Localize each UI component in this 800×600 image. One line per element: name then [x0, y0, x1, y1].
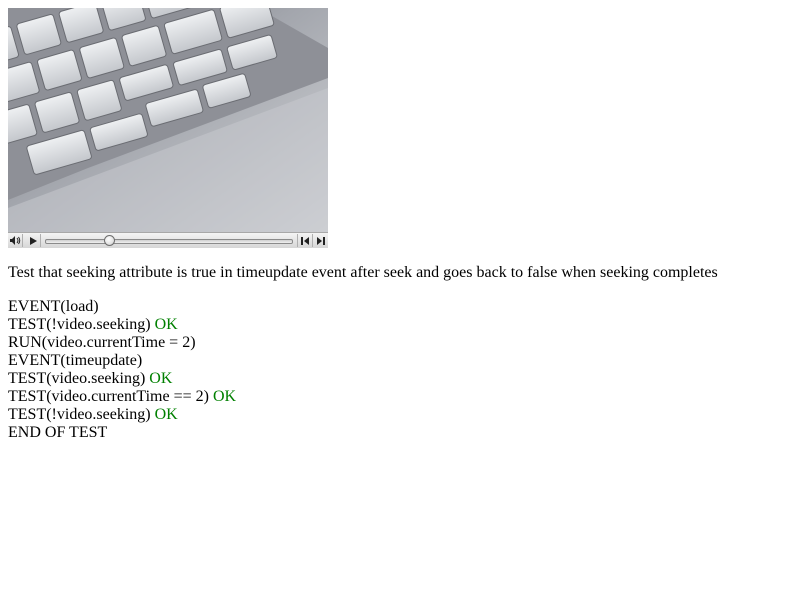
rewind-icon[interactable] — [299, 234, 311, 247]
log-status-ok: OK — [212, 388, 237, 405]
log-line: RUN(video.currentTime = 2) — [8, 334, 236, 352]
log-line: TEST(video.seeking) OK — [8, 370, 236, 388]
video-controls — [8, 232, 328, 248]
test-description: Test that seeking attribute is true in t… — [8, 264, 718, 281]
speaker-icon[interactable] — [9, 234, 21, 247]
log-text: END OF TEST — [8, 424, 108, 441]
test-log: EVENT(load) TEST(!video.seeking) OK RUN(… — [8, 298, 236, 442]
log-text: TEST(!video.seeking) — [8, 316, 151, 333]
controls-divider — [312, 234, 313, 247]
log-line: TEST(!video.seeking) OK — [8, 406, 236, 424]
fast-forward-icon[interactable] — [314, 234, 326, 247]
play-icon[interactable] — [27, 234, 39, 247]
controls-divider — [297, 234, 298, 247]
log-text: EVENT(load) — [8, 298, 99, 315]
log-line: END OF TEST — [8, 424, 236, 442]
video-player[interactable] — [8, 8, 328, 248]
controls-divider — [22, 234, 23, 247]
log-text: TEST(video.currentTime == 2) — [8, 388, 209, 405]
log-text: EVENT(timeupdate) — [8, 352, 143, 369]
log-text: RUN(video.currentTime = 2) — [8, 334, 196, 351]
log-status-ok: OK — [154, 316, 178, 333]
log-line: TEST(video.currentTime == 2) OK — [8, 388, 236, 406]
page: Test that seeking attribute is true in t… — [8, 8, 792, 441]
log-text: TEST(video.seeking) — [8, 370, 146, 387]
seek-track[interactable] — [45, 239, 293, 244]
seek-thumb[interactable] — [103, 235, 115, 246]
video-frame-image — [8, 8, 328, 232]
controls-divider — [40, 234, 41, 247]
log-line: EVENT(timeupdate) — [8, 352, 236, 370]
log-line: TEST(!video.seeking) OK — [8, 316, 236, 334]
log-text: TEST(!video.seeking) — [8, 406, 151, 423]
log-line: EVENT(load) — [8, 298, 236, 316]
video-frame[interactable] — [8, 8, 328, 232]
log-status-ok: OK — [154, 406, 178, 423]
log-status-ok: OK — [149, 370, 173, 387]
